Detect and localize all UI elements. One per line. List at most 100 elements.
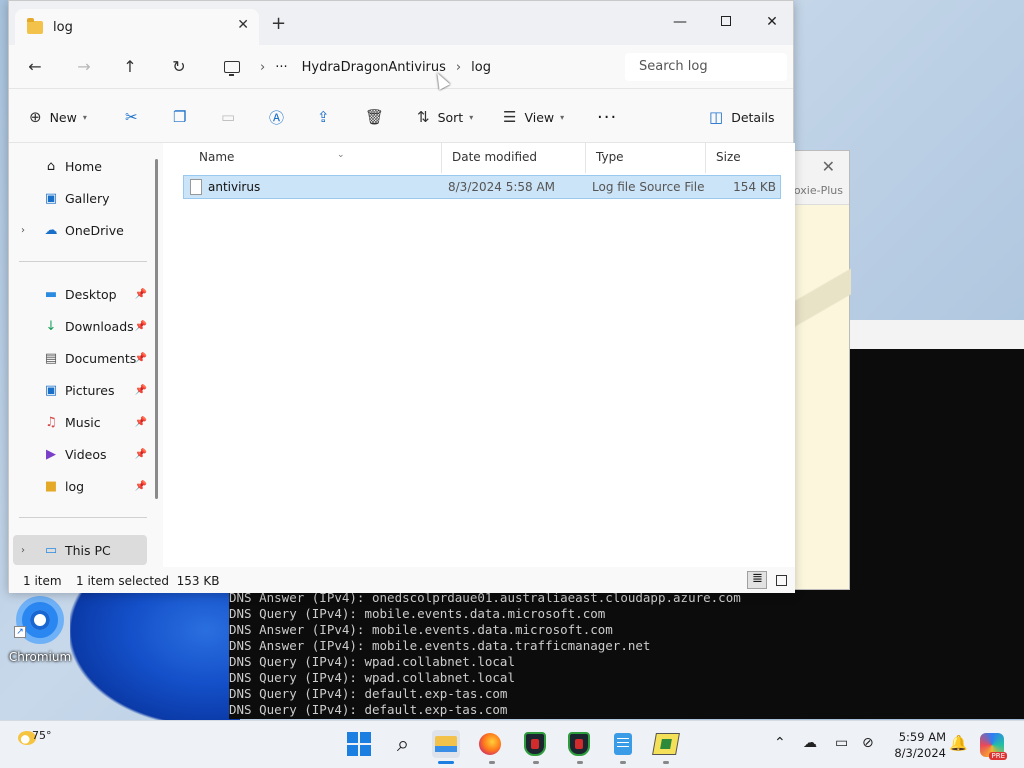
close-icon[interactable]: ✕ — [822, 157, 835, 176]
onedrive-off-icon[interactable]: ☁ — [803, 735, 817, 751]
chevron-right-icon[interactable]: › — [260, 60, 265, 75]
sidebar-scrollbar[interactable] — [155, 159, 158, 499]
pin-icon[interactable]: 📌 — [135, 353, 147, 364]
sidebar-item-gallery[interactable]: ▣ Gallery — [21, 185, 147, 211]
close-icon[interactable]: ✕ — [237, 17, 249, 33]
selection-info: 1 item selected 153 KB — [76, 574, 220, 588]
share-button[interactable]: ⇪ — [317, 105, 338, 129]
back-button[interactable]: ← — [21, 55, 49, 79]
file-size: 154 KB — [733, 180, 776, 194]
delete-button[interactable]: 🗑 — [365, 105, 392, 129]
sidebar-item-pictures[interactable]: ▣ Pictures 📌 — [21, 377, 147, 403]
cut-button[interactable]: ✂ — [125, 105, 146, 129]
search-input[interactable]: Search log — [625, 53, 787, 81]
pin-icon[interactable]: 📌 — [135, 321, 147, 332]
item-count: 1 item — [23, 574, 62, 588]
file-explorer-window[interactable]: log ✕ + — ✕ ← → ↑ ↻ › ··· HydraDragonAnt… — [8, 0, 795, 593]
display-icon[interactable]: ▭ — [835, 735, 848, 751]
sidebar-item-music[interactable]: ♫ Music 📌 — [21, 409, 147, 435]
copy-button[interactable]: ❐ — [173, 105, 194, 129]
rename-button[interactable]: Ⓐ — [269, 105, 292, 129]
trash-icon: 🗑 — [365, 108, 385, 126]
refresh-button[interactable]: ↻ — [165, 55, 193, 79]
pin-icon[interactable]: 📌 — [135, 289, 147, 300]
forward-button[interactable]: → — [70, 55, 98, 79]
search-icon: ⌕ — [396, 731, 410, 757]
sort-button[interactable]: ⇅ Sort ▾ — [417, 105, 473, 129]
pin-icon[interactable]: 📌 — [135, 385, 147, 396]
taskbar-notepad[interactable] — [609, 730, 637, 758]
sidebar-item-label: Videos — [65, 446, 107, 462]
file-list[interactable]: Name ⌄ Date modified Type Size antivirus… — [163, 143, 795, 567]
details-pane-button[interactable]: ◫ Details — [709, 105, 775, 129]
taskbar-hydradragon-2[interactable] — [565, 730, 593, 758]
column-header-size[interactable]: Size — [705, 143, 785, 173]
column-header-type[interactable]: Type — [585, 143, 705, 173]
sandboxie-titlebar[interactable]: ✕ oxie-Plus — [794, 151, 849, 205]
new-button[interactable]: ⊕ New ▾ — [29, 105, 87, 129]
details-pane-icon: ◫ — [709, 108, 724, 126]
running-indicator — [620, 761, 626, 764]
minimize-button[interactable]: — — [657, 7, 703, 37]
search-button[interactable]: ⌕ — [389, 730, 417, 758]
address-bar: ← → ↑ ↻ › ··· HydraDragonAntivirus › log… — [9, 45, 793, 89]
pin-icon[interactable]: 📌 — [135, 481, 147, 492]
network-icon[interactable]: ⊘ — [862, 735, 874, 751]
maximize-button[interactable] — [703, 7, 749, 37]
chevron-right-icon[interactable]: › — [21, 545, 35, 556]
more-options-button[interactable]: ··· — [597, 105, 617, 129]
sidebar-item-onedrive[interactable]: › ☁ OneDrive — [21, 217, 147, 243]
view-button[interactable]: ☰ View ▾ — [503, 105, 564, 129]
taskbar-firefox[interactable] — [476, 730, 504, 758]
desktop-icon-label: Chromium — [8, 650, 72, 664]
chevron-right-icon[interactable]: › — [456, 60, 461, 75]
breadcrumb-hydradragonantivirus[interactable]: HydraDragonAntivirus — [302, 60, 446, 75]
tiles-view-button[interactable] — [771, 571, 791, 589]
sidebar-item-log[interactable]: ■ log 📌 — [21, 473, 147, 499]
pin-icon[interactable]: 📌 — [135, 449, 147, 460]
pin-icon[interactable]: 📌 — [135, 417, 147, 428]
chevron-right-icon[interactable]: › — [21, 225, 35, 236]
column-header-name[interactable]: Name ⌄ — [189, 143, 441, 173]
weather-temp: 75° — [32, 729, 52, 742]
sidebar-item-desktop[interactable]: ▬ Desktop 📌 — [21, 281, 147, 307]
notepad-icon — [614, 733, 632, 755]
taskbar: 75° ⌕ ⌃ ☁ ▭ ⊘ 5:59 AM 8/3/2024 🔔 PRE — [0, 720, 1024, 768]
taskbar-file-explorer[interactable] — [432, 730, 460, 758]
taskbar-hydradragon-1[interactable] — [521, 730, 549, 758]
running-indicator — [489, 761, 495, 764]
sort-label: Sort — [437, 109, 464, 125]
shortcut-arrow-icon: ↗ — [14, 626, 26, 638]
sidebar-item-label: Documents — [65, 350, 137, 366]
breadcrumb-log[interactable]: log — [471, 60, 491, 75]
scissors-icon: ✂ — [125, 108, 138, 126]
taskbar-sandboxie[interactable] — [652, 730, 680, 758]
terminal-titlebar[interactable] — [850, 320, 1024, 350]
computer-icon[interactable] — [224, 61, 240, 76]
chromium-desktop-shortcut[interactable]: ↗ Chromium — [8, 596, 72, 664]
notification-bell-icon[interactable]: 🔔 — [949, 734, 968, 752]
clock[interactable]: 5:59 AM 8/3/2024 — [888, 729, 946, 761]
close-window-button[interactable]: ✕ — [749, 7, 795, 37]
sidebar-item-documents[interactable]: ▤ Documents 📌 — [21, 345, 147, 371]
tab-log[interactable]: log ✕ — [15, 9, 259, 45]
sidebar-item-this-pc[interactable]: › ▭ This PC — [13, 535, 147, 565]
table-row[interactable]: antivirus 8/3/2024 5:58 AM Log file Sour… — [183, 175, 781, 199]
weather-widget[interactable]: 75° — [18, 729, 52, 748]
sandboxie-window[interactable]: ✕ oxie-Plus — [794, 150, 851, 590]
details-view-button[interactable] — [747, 571, 767, 589]
start-button[interactable] — [345, 730, 373, 758]
navigation-pane[interactable]: ⌂ Home ▣ Gallery › ☁ OneDrive ▬ Desktop … — [9, 143, 163, 567]
new-label: New — [49, 109, 77, 125]
new-tab-button[interactable]: + — [271, 13, 286, 34]
sidebar-item-downloads[interactable]: ↓ Downloads 📌 — [21, 313, 147, 339]
terminal-output: DNS Answer (IPv4): onedscolprdaue01.aust… — [229, 590, 1024, 718]
up-button[interactable]: ↑ — [116, 55, 144, 79]
sidebar-item-home[interactable]: ⌂ Home — [21, 153, 147, 179]
column-header-date[interactable]: Date modified — [441, 143, 585, 173]
sidebar-item-videos[interactable]: ▶ Videos 📌 — [21, 441, 147, 467]
chevron-up-icon[interactable]: ⌃ — [774, 735, 786, 751]
breadcrumb-overflow[interactable]: ··· — [275, 60, 287, 75]
paste-button[interactable]: ▭ — [221, 105, 243, 129]
copilot-button[interactable]: PRE — [980, 733, 1007, 760]
